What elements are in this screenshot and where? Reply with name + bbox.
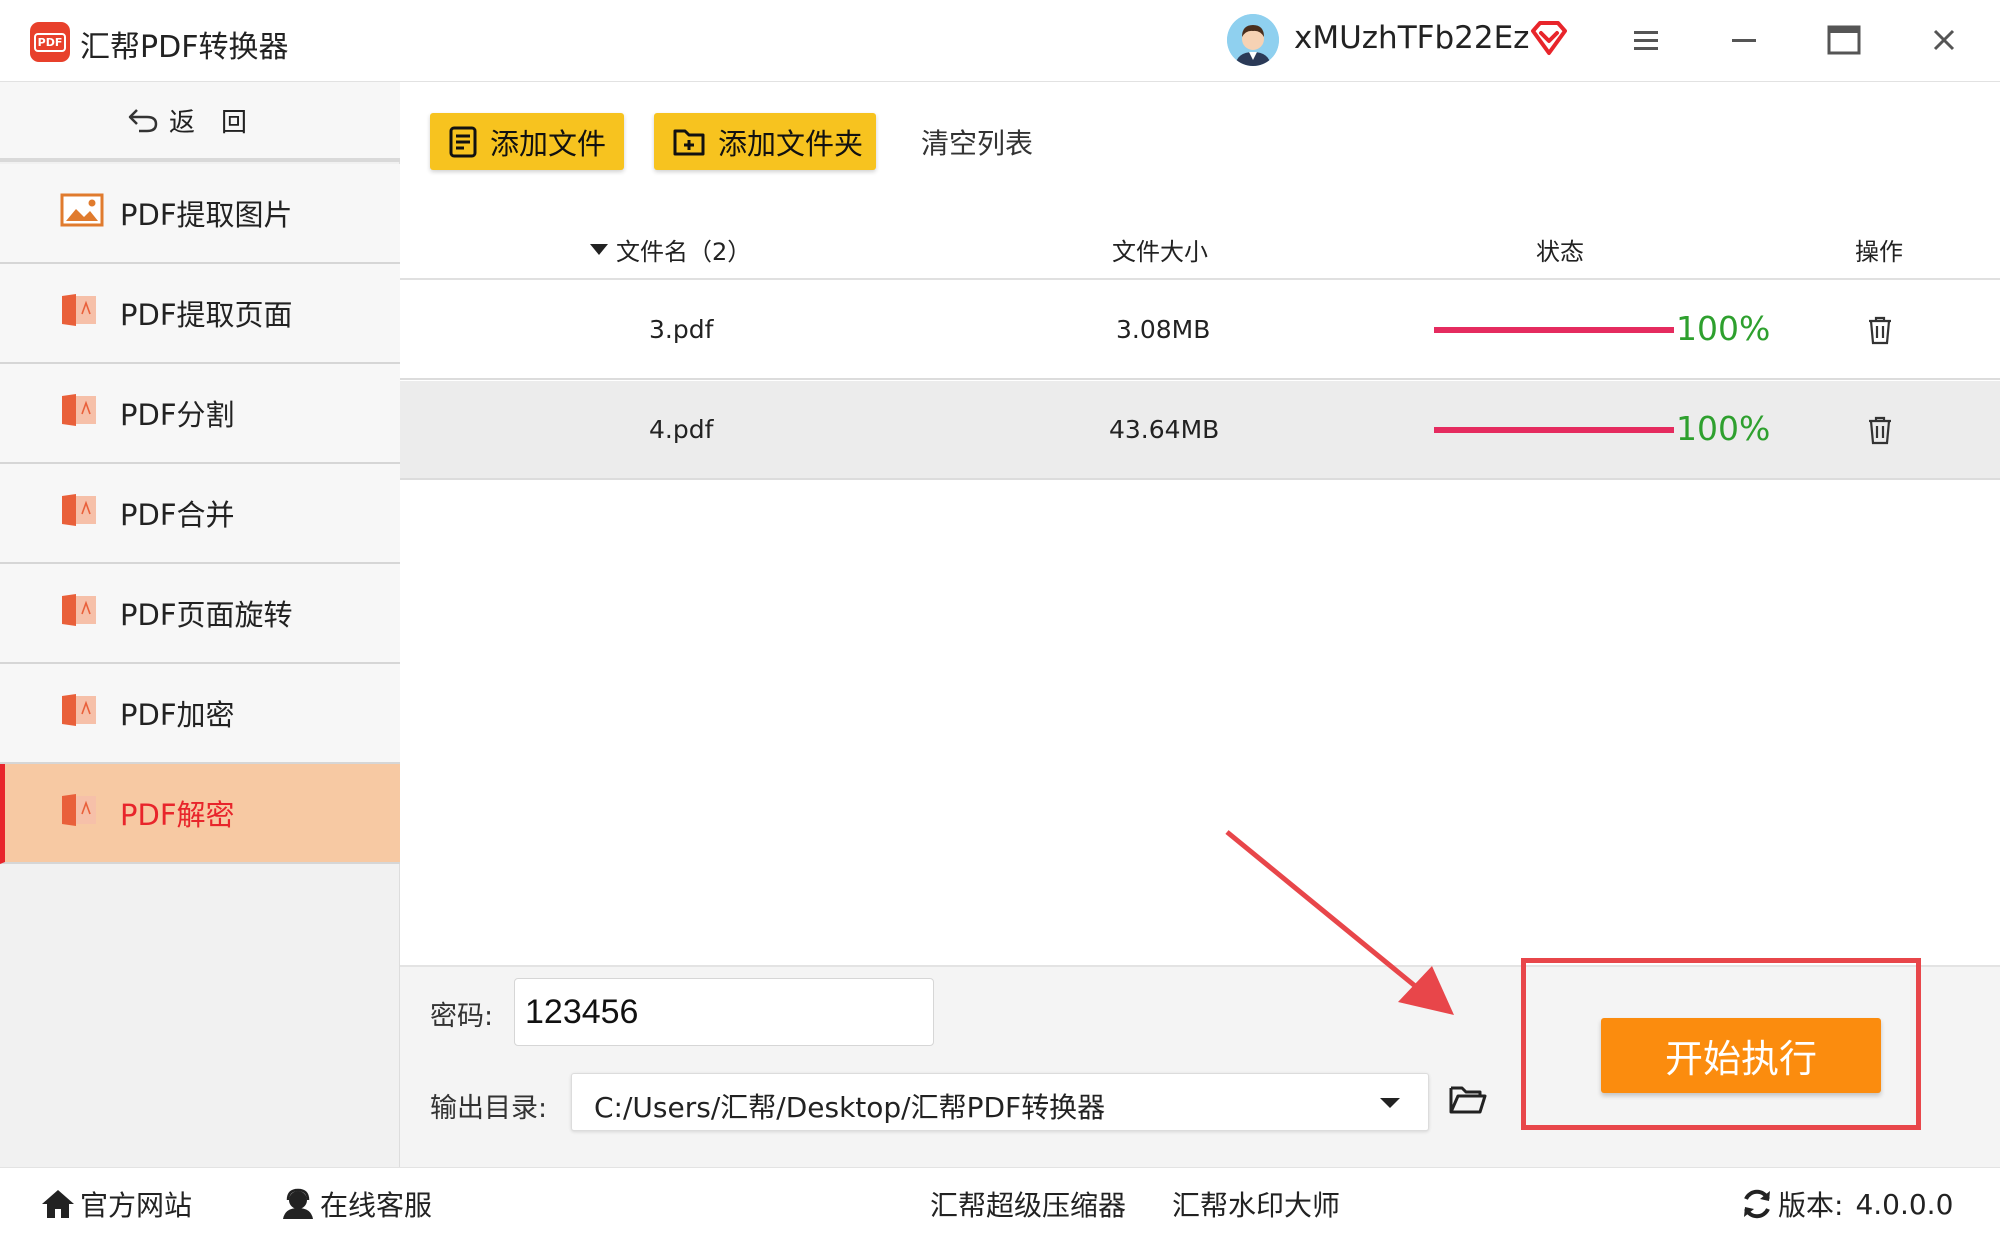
table-row[interactable]: 3.pdf 3.08MB 100% <box>400 281 2000 380</box>
footer: 官方网站 在线客服 汇帮超级压缩器 汇帮水印大师 版本: 4.0.0.0 <box>0 1167 2000 1234</box>
pdf-file-icon <box>60 292 98 335</box>
version-value: 4.0.0.0 <box>1855 1187 1954 1221</box>
output-directory-label: 输出目录: <box>430 1093 548 1124</box>
sort-down-icon <box>590 244 608 255</box>
start-button[interactable]: 开始执行 <box>1601 1018 1881 1093</box>
sidebar-item-label: PDF加密 <box>120 698 235 732</box>
home-icon <box>42 1190 74 1218</box>
open-folder-icon[interactable] <box>1448 1082 1488 1120</box>
minimize-icon[interactable] <box>1724 20 1764 60</box>
sidebar-item-encrypt[interactable]: PDF加密 <box>0 664 400 764</box>
refresh-icon <box>1744 1189 1770 1219</box>
sidebar-item-label: PDF合并 <box>120 498 235 532</box>
pdf-file-icon <box>60 792 98 835</box>
watermark-link[interactable]: 汇帮水印大师 <box>1172 1184 1340 1224</box>
filename-column-header[interactable]: 文件名（2） <box>590 232 751 267</box>
progress-fill <box>1434 427 1674 433</box>
add-file-button[interactable]: 添加文件 <box>430 113 624 170</box>
back-button[interactable]: 返回 <box>0 82 400 162</box>
add-folder-icon <box>673 129 705 155</box>
add-folder-button[interactable]: 添加文件夹 <box>654 113 876 170</box>
online-support-link[interactable]: 在线客服 <box>280 1184 432 1224</box>
sidebar-item-label: PDF解密 <box>120 798 235 832</box>
sidebar-item-label: PDF分割 <box>120 398 235 432</box>
pdf-file-icon <box>60 592 98 635</box>
image-icon <box>60 193 104 234</box>
watermark-label: 汇帮水印大师 <box>1172 1189 1341 1222</box>
status-column-header: 状态 <box>1536 238 1584 266</box>
sidebar-item-decrypt[interactable]: PDF解密 <box>0 764 400 864</box>
add-file-icon <box>449 126 477 157</box>
progress-percent: 100% <box>1676 409 1771 448</box>
compressor-label: 汇帮超级压缩器 <box>930 1189 1127 1222</box>
official-website-link[interactable]: 官方网站 <box>40 1184 192 1224</box>
sidebar-item-extract-pages[interactable]: PDF提取页面 <box>0 264 400 364</box>
version-info[interactable]: 版本: 4.0.0.0 <box>1740 1184 1953 1224</box>
user-avatar[interactable] <box>1227 14 1279 66</box>
official-website-label: 官方网站 <box>80 1189 193 1222</box>
menu-icon[interactable] <box>1626 20 1666 60</box>
online-support-label: 在线客服 <box>320 1189 433 1222</box>
progress-fill <box>1434 327 1674 333</box>
actions-column-header: 操作 <box>1855 238 1903 266</box>
compressor-link[interactable]: 汇帮超级压缩器 <box>930 1184 1126 1224</box>
output-directory-select[interactable]: C:/Users/汇帮/Desktop/汇帮PDF转换器 <box>571 1073 1429 1131</box>
output-directory-value: C:/Users/汇帮/Desktop/汇帮PDF转换器 <box>594 1091 1106 1124</box>
table-header: 文件名（2） 文件大小 状态 操作 <box>400 210 2000 280</box>
back-arrow-icon <box>128 109 158 133</box>
add-folder-label: 添加文件夹 <box>718 126 864 161</box>
vip-diamond-icon[interactable] <box>1530 20 1568 56</box>
sidebar-item-split[interactable]: PDF分割 <box>0 364 400 464</box>
sidebar-item-label: PDF提取页面 <box>120 298 293 332</box>
file-name: 3.pdf <box>649 315 714 344</box>
delete-icon[interactable] <box>1866 415 1894 451</box>
close-icon[interactable] <box>1924 20 1964 60</box>
user-support-icon <box>283 1188 313 1219</box>
chevron-down-icon <box>1380 1098 1400 1108</box>
file-size: 3.08MB <box>1116 315 1211 344</box>
pdf-file-icon <box>60 392 98 435</box>
progress-percent: 100% <box>1676 309 1771 348</box>
back-label: 返回 <box>168 107 273 138</box>
table-row[interactable]: 4.pdf 43.64MB 100% <box>400 381 2000 480</box>
app-title: 汇帮PDF转换器 <box>80 30 289 65</box>
progress-bar <box>1434 427 1674 433</box>
username[interactable]: xMUzhTFb22Ez <box>1294 20 1529 56</box>
clear-list-button[interactable]: 清空列表 <box>921 122 1033 162</box>
size-column-header: 文件大小 <box>1112 238 1208 266</box>
app-logo: PDF <box>30 22 70 62</box>
delete-icon[interactable] <box>1866 315 1894 351</box>
password-label: 密码: <box>430 1001 494 1032</box>
maximize-icon[interactable] <box>1824 20 1864 60</box>
version-label: 版本: <box>1778 1189 1844 1222</box>
pdf-file-icon <box>60 492 98 535</box>
sidebar-item-label: PDF页面旋转 <box>120 598 293 632</box>
progress-bar <box>1434 327 1674 333</box>
pdf-file-icon <box>60 692 98 735</box>
app-logo-text: PDF <box>33 32 67 52</box>
sidebar: 返回 PDF提取图片 PDF提取页面 PDF分割 PDF合并 PDF页面旋转 P… <box>0 82 400 1167</box>
filename-header-label: 文件名（2） <box>616 238 752 266</box>
sidebar-item-rotate[interactable]: PDF页面旋转 <box>0 564 400 664</box>
annotation-arrow <box>1200 820 1470 1024</box>
password-input[interactable] <box>514 978 934 1046</box>
sidebar-item-extract-images[interactable]: PDF提取图片 <box>0 164 400 264</box>
file-name: 4.pdf <box>649 415 714 444</box>
title-bar: PDF 汇帮PDF转换器 xMUzhTFb22Ez <box>0 0 2000 82</box>
add-file-label: 添加文件 <box>490 126 607 161</box>
sidebar-item-merge[interactable]: PDF合并 <box>0 464 400 564</box>
file-size: 43.64MB <box>1109 415 1220 444</box>
sidebar-item-label: PDF提取图片 <box>120 198 293 232</box>
